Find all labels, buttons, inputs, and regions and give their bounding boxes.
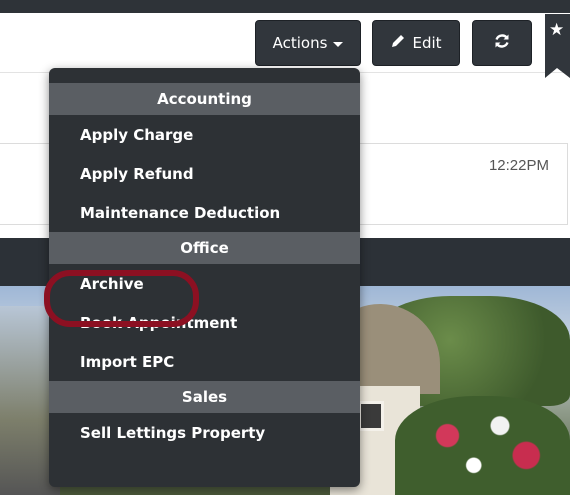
star-icon: ★ (549, 20, 565, 40)
top-bar (0, 0, 570, 13)
actions-dropdown-menu: Accounting Apply Charge Apply Refund Mai… (49, 68, 360, 487)
menu-item-book-appointment[interactable]: Book Appointment (49, 303, 360, 342)
menu-item-apply-charge[interactable]: Apply Charge (49, 115, 360, 154)
edit-button[interactable]: Edit (372, 20, 460, 66)
actions-button[interactable]: Actions (255, 20, 361, 66)
photo-window (358, 401, 384, 431)
menu-item-maintenance-deduction[interactable]: Maintenance Deduction (49, 193, 360, 232)
menu-header-accounting: Accounting (49, 83, 360, 115)
card-time: 12:22PM (488, 157, 549, 174)
menu-item-sell-lettings-property[interactable]: Sell Lettings Property (49, 413, 360, 452)
menu-item-archive[interactable]: Archive (49, 264, 360, 303)
menu-header-sales: Sales (49, 381, 360, 413)
menu-header-office: Office (49, 232, 360, 264)
caret-down-icon (333, 41, 344, 47)
pencil-icon (390, 33, 406, 53)
edit-button-label: Edit (412, 34, 442, 52)
refresh-button[interactable] (472, 20, 532, 66)
actions-button-label: Actions (272, 34, 328, 52)
menu-top-padding (49, 68, 360, 83)
star-bookmark-icon[interactable]: ★ (545, 14, 570, 78)
refresh-icon (493, 32, 511, 54)
photo-flowers (395, 396, 570, 495)
menu-item-apply-refund[interactable]: Apply Refund (49, 154, 360, 193)
menu-item-import-epc[interactable]: Import EPC (49, 342, 360, 381)
